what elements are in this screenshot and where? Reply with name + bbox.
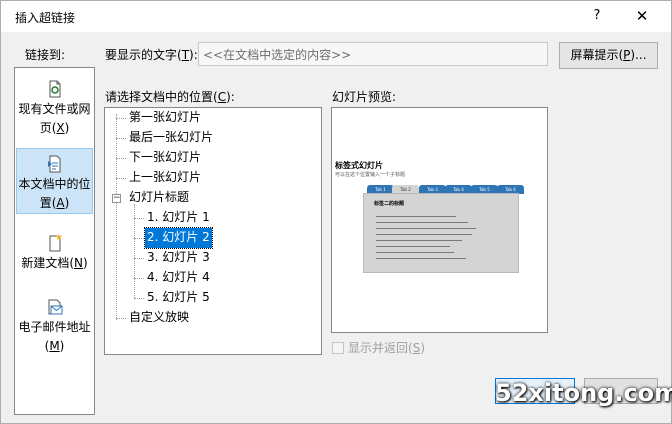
slide-text-line xyxy=(376,234,472,235)
tree-item-next-slide[interactable]: 下一张幻灯片 xyxy=(127,148,203,168)
tree-item-slide-4[interactable]: 4. 幻灯片 4 xyxy=(145,268,212,288)
slide-text-line xyxy=(376,216,456,217)
dialog-title: 插入超链接 xyxy=(15,11,76,25)
display-text-label: 要显示的文字(T): xyxy=(105,48,198,62)
screentip-button[interactable]: 屏幕提示(P)... xyxy=(559,42,658,69)
slide-text-line xyxy=(376,240,462,241)
slide-text-line xyxy=(376,252,454,253)
tree-item-last-slide[interactable]: 最后一张幻灯片 xyxy=(127,128,215,148)
tree-item-previous-slide[interactable]: 上一张幻灯片 xyxy=(127,168,203,188)
tree-item-slide-1[interactable]: 1. 幻灯片 1 xyxy=(145,208,212,228)
file-icon xyxy=(49,80,60,98)
tree-item-slide-5[interactable]: 5. 幻灯片 5 xyxy=(145,288,212,308)
new-document-icon xyxy=(49,234,62,252)
tree-item-slide-2[interactable]: 2. 幻灯片 2 xyxy=(144,227,213,249)
slide-tab-panel: 标签二的标题 xyxy=(363,193,519,273)
link-to-new-document[interactable]: 新建文档(N) xyxy=(16,234,93,274)
slide-panel-heading: 标签二的标题 xyxy=(374,201,405,207)
slide-text-line xyxy=(376,228,476,229)
slide-title: 标签式幻灯片 xyxy=(335,161,383,170)
tree-item-slide-3[interactable]: 3. 幻灯片 3 xyxy=(145,248,212,268)
slide-thumbnail: 标签式幻灯片 可以在这个位置输入一个子标题 Tab 1 Tab 2 Tab 3 … xyxy=(333,158,546,278)
collapse-icon[interactable]: − xyxy=(112,194,121,203)
tree-item-slide-titles[interactable]: 幻灯片标题 xyxy=(127,188,191,208)
tree-item-first-slide[interactable]: 第一张幻灯片 xyxy=(127,108,203,128)
document-place-icon xyxy=(47,155,60,173)
slide-text-line xyxy=(376,246,450,247)
tree-item-custom-shows[interactable]: 自定义放映 xyxy=(127,308,191,328)
watermark-text: 52xitong.com xyxy=(495,379,672,407)
slide-preview-label: 幻灯片预览: xyxy=(332,90,397,104)
title-bar: 插入超链接 ? ✕ xyxy=(1,1,671,32)
show-and-return-checkbox[interactable]: 显示并返回(S) xyxy=(332,339,425,356)
slide-preview: 标签式幻灯片 可以在这个位置输入一个子标题 Tab 1 Tab 2 Tab 3 … xyxy=(331,107,548,333)
slide-subtitle: 可以在这个位置输入一个子标题 xyxy=(335,172,406,178)
link-to-email-address[interactable]: 电子邮件地址 (M) xyxy=(16,298,93,354)
link-to-label: 链接到: xyxy=(25,48,66,62)
checkbox-box[interactable] xyxy=(332,342,344,354)
select-place-label: 请选择文档中的位置(C): xyxy=(105,90,235,104)
close-button[interactable]: ✕ xyxy=(627,3,657,29)
email-icon xyxy=(48,299,62,315)
display-text-input[interactable]: <<在文档中选定的内容>> xyxy=(198,42,548,66)
link-to-panel: 现有文件或网 页(X) 本文档中的位 置(A) 新建文档(N) 电子邮件地址 (… xyxy=(14,67,95,415)
help-button[interactable]: ? xyxy=(585,5,609,27)
slide-text-line xyxy=(376,222,468,223)
link-to-existing-file[interactable]: 现有文件或网 页(X) xyxy=(16,80,93,144)
place-tree[interactable]: 第一张幻灯片 最后一张幻灯片 下一张幻灯片 上一张幻灯片 − 幻灯片标题 1. … xyxy=(104,107,322,355)
insert-hyperlink-dialog: 插入超链接 ? ✕ 链接到: 现有文件或网 页(X) 本文档中的位 置(A) 新… xyxy=(0,0,672,424)
link-to-place-in-document[interactable]: 本文档中的位 置(A) xyxy=(16,148,93,214)
slide-text-line xyxy=(376,258,466,259)
